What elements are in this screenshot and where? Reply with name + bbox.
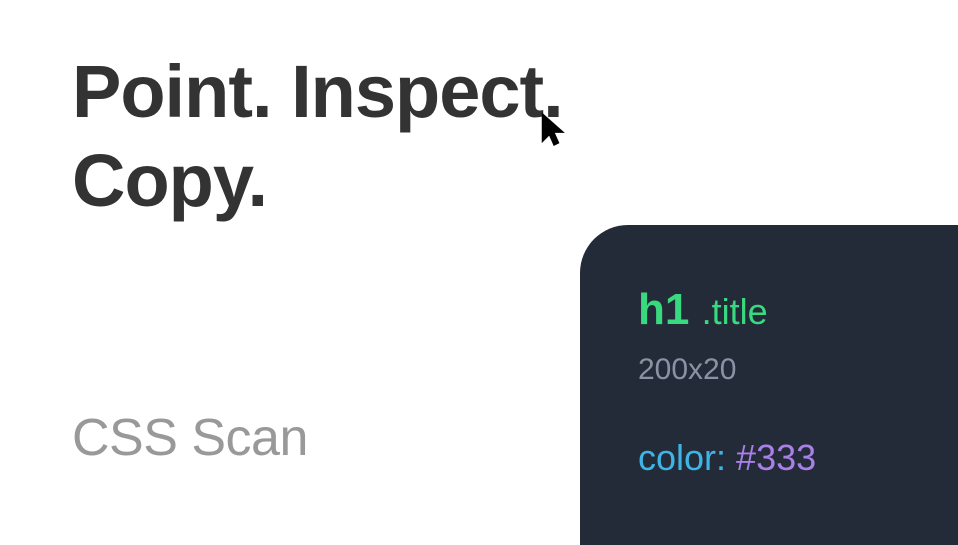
css-value: #333	[736, 437, 816, 478]
inspector-panel: h1 .title 200x20 color: #333	[580, 225, 958, 545]
hero-title-line2: Copy.	[72, 139, 267, 222]
element-dimensions: 200x20	[638, 353, 958, 387]
css-declaration: color: #333	[638, 437, 958, 479]
cursor-icon	[540, 110, 568, 150]
selector-tag: h1	[638, 285, 689, 334]
hero-title: Point. Inspect. Copy.	[72, 48, 563, 226]
css-colon: :	[716, 437, 736, 478]
css-property: color	[638, 437, 716, 478]
hero-title-line1: Point. Inspect.	[72, 50, 563, 133]
selector-class: .title	[702, 291, 768, 332]
css-selector: h1 .title	[638, 285, 958, 335]
product-name: CSS Scan	[72, 408, 308, 468]
